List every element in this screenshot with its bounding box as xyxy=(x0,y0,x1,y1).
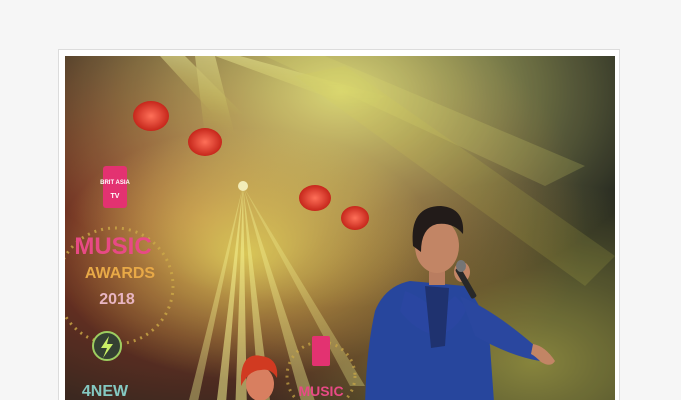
page: BRIT ASIA TV MUSIC AWARDS 2018 4NEW MUSI… xyxy=(0,0,681,400)
concert-photo: BRIT ASIA TV MUSIC AWARDS 2018 4NEW MUSI… xyxy=(65,56,615,400)
photo-frame: BRIT ASIA TV MUSIC AWARDS 2018 4NEW MUSI… xyxy=(58,49,620,400)
